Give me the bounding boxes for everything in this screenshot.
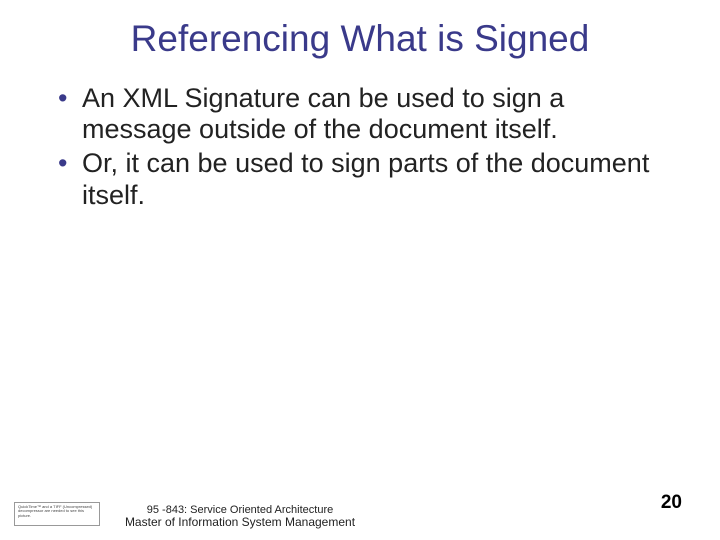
- slide-body: An XML Signature can be used to sign a m…: [0, 61, 720, 212]
- slide-footer: QuickTime™ and a TIFF (Uncompressed) dec…: [0, 484, 720, 532]
- page-number: 20: [661, 492, 682, 514]
- slide-title: Referencing What is Signed: [0, 0, 720, 61]
- bullet-item: An XML Signature can be used to sign a m…: [58, 83, 680, 147]
- program-name: Master of Information System Management: [110, 516, 370, 530]
- bullet-item: Or, it can be used to sign parts of the …: [58, 148, 680, 212]
- footer-text: 95 -843: Service Oriented Architecture M…: [110, 504, 370, 530]
- quicktime-placeholder: QuickTime™ and a TIFF (Uncompressed) dec…: [14, 502, 100, 526]
